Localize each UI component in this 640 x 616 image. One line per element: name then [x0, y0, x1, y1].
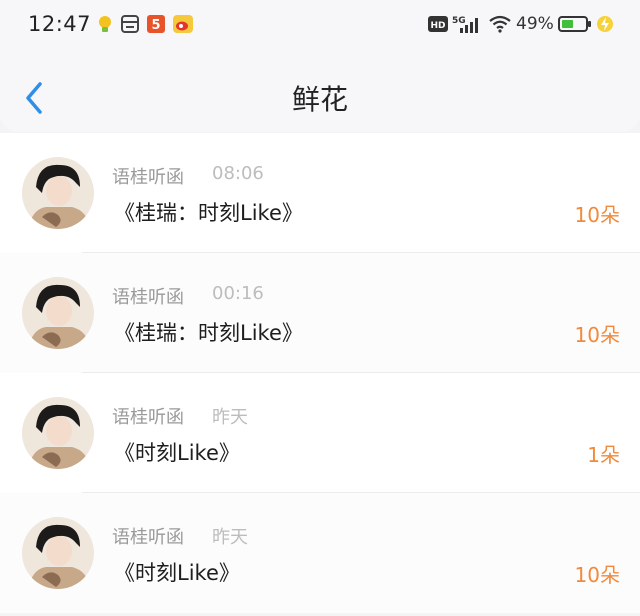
- app-notification-icon: [99, 16, 111, 32]
- gift-time: 00:16: [212, 283, 264, 304]
- gift-item-title: 《桂瑞：时刻Like》: [114, 201, 303, 225]
- gift-row-3[interactable]: 语桂听函 昨天 《时刻Like》 1朵: [0, 373, 640, 493]
- signal-5g-icon: 5G: [452, 16, 478, 33]
- flower-count: 10朵: [574, 203, 620, 227]
- battery-icon: [558, 16, 591, 32]
- sender-name: 语桂听函: [112, 167, 184, 188]
- html5-icon: 5: [147, 15, 165, 33]
- wallet-icon: [121, 15, 139, 33]
- gift-time: 昨天: [212, 527, 248, 548]
- gift-time: 昨天: [212, 407, 248, 428]
- gift-row-1[interactable]: 语桂听函 08:06 《桂瑞：时刻Like》 10朵: [0, 133, 640, 253]
- avatar[interactable]: [22, 277, 94, 349]
- svg-text:5: 5: [151, 18, 160, 33]
- status-bar: 12:47 5 HD 5G 49%: [0, 0, 640, 50]
- page-title: 鲜花: [291, 83, 348, 116]
- gift-row-2[interactable]: 语桂听函 00:16 《桂瑞：时刻Like》 10朵: [0, 253, 640, 373]
- sender-name: 语桂听函: [112, 287, 184, 308]
- gift-row-4[interactable]: 语桂听函 昨天 《时刻Like》 10朵: [0, 493, 640, 613]
- avatar[interactable]: [22, 397, 94, 469]
- status-time: 12:47: [28, 12, 92, 36]
- gift-item-title: 《时刻Like》: [114, 441, 240, 465]
- hd-icon: HD: [428, 16, 448, 32]
- svg-text:HD: HD: [430, 21, 445, 31]
- gift-time: 08:06: [212, 163, 264, 184]
- gift-item-title: 《时刻Like》: [114, 561, 240, 585]
- weibo-icon: [173, 15, 193, 33]
- avatar[interactable]: [22, 517, 94, 589]
- top-bar: 12:47 5 HD 5G 49% 鲜花: [0, 0, 640, 132]
- battery-percent: 49%: [516, 14, 554, 34]
- wifi-icon: [489, 15, 511, 33]
- charging-icon: [597, 16, 613, 32]
- sender-name: 语桂听函: [112, 527, 184, 548]
- flower-count: 10朵: [574, 563, 620, 587]
- svg-text:5G: 5G: [452, 16, 466, 26]
- gift-item-title: 《桂瑞：时刻Like》: [114, 321, 303, 345]
- sender-name: 语桂听函: [112, 407, 184, 428]
- flower-count: 1朵: [587, 443, 620, 467]
- flower-count: 10朵: [574, 323, 620, 347]
- avatar[interactable]: [22, 157, 94, 229]
- gift-list: 语桂听函 08:06 《桂瑞：时刻Like》 10朵 语桂听函 00:16 《桂…: [0, 133, 640, 613]
